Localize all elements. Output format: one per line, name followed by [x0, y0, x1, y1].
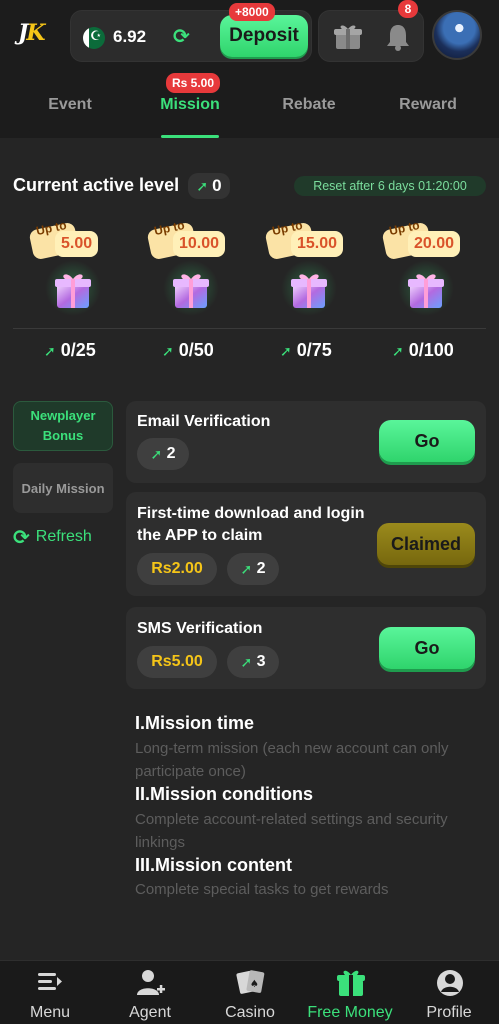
notification-count-badge: 8 [398, 0, 418, 18]
svg-text:♠: ♠ [250, 979, 259, 990]
activity-bolt-icon: ➚ [240, 653, 253, 670]
go-button[interactable]: Go [379, 420, 475, 462]
pakistan-flag-icon [83, 27, 105, 49]
refresh-balance-icon[interactable]: ⟳ [173, 24, 190, 49]
level-tier: Up to 10.00 ➚ 0/50 [145, 218, 235, 370]
tab-rebate[interactable]: Rebate [254, 96, 364, 114]
rule-heading: I.Mission time [135, 713, 255, 733]
balance-value: 6.92 [113, 27, 147, 46]
balance-box: 6.92 ⟳ Deposit [70, 10, 312, 62]
top-bar: JK 6.92 ⟳ Deposit +8000 8 [0, 0, 499, 72]
nav-profile-label: Profile [426, 1004, 472, 1021]
tab-mission[interactable]: Mission [135, 96, 245, 114]
tab-reward[interactable]: Reward [373, 96, 483, 114]
mission-card: SMS Verification Rs5.00 ➚ 3 Go [126, 607, 486, 689]
nav-casino-label: Casino [225, 1004, 275, 1021]
tier-amount: 10.00 [173, 231, 226, 257]
nav-casino[interactable]: ♠ Casino [200, 961, 300, 1024]
claimed-button[interactable]: Claimed [377, 523, 475, 565]
avatar[interactable] [432, 10, 482, 60]
tab-event[interactable]: Event [15, 96, 125, 114]
sidebar-newplayer-line1: Newplayer [30, 408, 96, 423]
activity-bolt-icon: ➚ [196, 177, 209, 194]
nav-menu-label: Menu [29, 1004, 71, 1021]
tier-amount: 5.00 [55, 231, 99, 257]
nav-free-money-label: Free Money [307, 1004, 393, 1021]
gift-box-icon [55, 274, 91, 308]
level-tier: Up to 5.00 ➚ 0/25 [27, 218, 117, 370]
gift-icon [337, 970, 365, 996]
tab-bar: Event Mission Rebate Reward [0, 72, 499, 138]
money-chip: Rs5.00 [137, 646, 217, 678]
activity-bolt-icon: ➚ [150, 445, 163, 462]
bottom-nav: Menu Agent ♠ Casino Free Money Profile [0, 960, 499, 1024]
menu-icon [38, 973, 62, 990]
rule-heading: III.Mission content [135, 855, 293, 875]
money-chip: Rs2.00 [137, 553, 217, 585]
nav-agent-label: Agent [129, 1004, 171, 1021]
mission-card: Email Verification ➚ 2 Go [126, 401, 486, 483]
gift-icon[interactable] [333, 23, 363, 51]
deposit-button[interactable]: Deposit [220, 15, 308, 57]
rule-text: Long-term mission (each new account can … [135, 740, 449, 780]
sidebar-newplayer-line2: Bonus [42, 428, 84, 443]
rule-text: Complete special tasks to get rewards [135, 881, 389, 898]
deposit-bonus-badge: +8000 [229, 3, 275, 21]
mission-title: Email Verification [137, 413, 271, 430]
activity-chip: ➚ 3 [227, 646, 279, 678]
active-level-pill: ➚ 0 [188, 173, 230, 199]
active-tab-indicator [161, 135, 219, 138]
sidebar-newplayer-bonus[interactable]: Newplayer Bonus [13, 401, 113, 451]
gift-box-icon [173, 274, 209, 308]
app-logo[interactable]: JK [18, 20, 54, 50]
refresh-button[interactable]: ⟳ Refresh [13, 526, 92, 549]
refresh-icon: ⟳ [13, 526, 30, 549]
activity-chip: ➚ 2 [227, 553, 279, 585]
mission-title: First-time download and login the APP to… [137, 505, 365, 544]
mission-card: First-time download and login the APP to… [126, 492, 486, 596]
nav-free-money[interactable]: Free Money [300, 961, 400, 1024]
activity-bolt-icon: ➚ [240, 560, 253, 577]
bell-icon[interactable] [385, 23, 411, 51]
cards-icon: ♠ [236, 970, 265, 994]
gift-box-icon [408, 274, 444, 308]
profile-icon [437, 970, 463, 996]
level-tier: Up to 15.00 ➚ 0/75 [263, 218, 353, 370]
mission-title: SMS Verification [137, 620, 263, 637]
tier-amount: 15.00 [291, 231, 344, 257]
level-title: Current active level [13, 175, 180, 195]
mission-tab-badge: Rs 5.00 [166, 73, 221, 93]
rule-text: Complete account-related settings and se… [135, 811, 448, 851]
gift-box-icon [291, 274, 327, 308]
nav-menu[interactable]: Menu [0, 961, 100, 1024]
go-button[interactable]: Go [379, 627, 475, 669]
tier-amount: 20.00 [408, 231, 461, 257]
nav-profile[interactable]: Profile [399, 961, 499, 1024]
level-tier: Up to 20.00 ➚ 0/100 [380, 218, 470, 370]
sidebar-daily-mission[interactable]: Daily Mission [13, 463, 113, 513]
activity-chip: ➚ 2 [137, 438, 189, 470]
rule-heading: II.Mission conditions [135, 784, 314, 804]
reset-timer: Reset after 6 days 01:20:00 [294, 176, 486, 196]
agent-icon [137, 970, 165, 995]
refresh-label: Refresh [35, 528, 92, 545]
nav-agent[interactable]: Agent [100, 961, 200, 1024]
tier-progress: ➚ 0/100 [392, 340, 454, 360]
